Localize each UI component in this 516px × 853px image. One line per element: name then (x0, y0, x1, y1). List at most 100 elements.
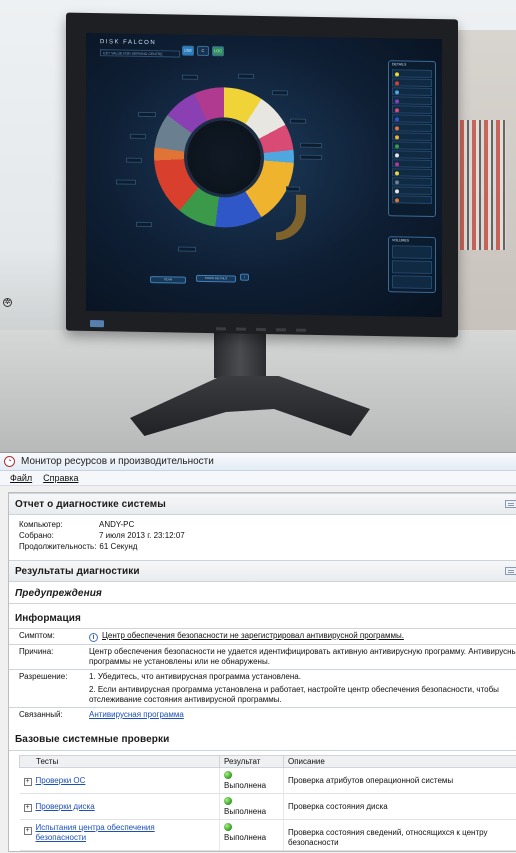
color-swatch (395, 107, 399, 112)
segment-label (290, 118, 306, 124)
resolution-row-2: 2. Если антивирусная программа установле… (9, 685, 516, 705)
field-label: Собрано: (19, 531, 54, 540)
result-text: Выполнена (224, 807, 267, 816)
basic-checks-heading: Базовые системные проверки (15, 733, 170, 745)
details-row (392, 114, 432, 123)
divider (9, 644, 516, 645)
collapse-icon[interactable] (505, 567, 516, 575)
resource-monitor-window: ◔ Монитор ресурсов и производительности … (0, 452, 516, 853)
resource-monitor-icon: ◔ (4, 456, 15, 467)
report-panel: Отчет о диагностике системы Компьютер: A… (8, 492, 516, 852)
bookshelf (460, 120, 506, 250)
symptom-label: Симптом: (19, 631, 55, 640)
screen-mode-button: USE (182, 45, 194, 56)
color-swatch (395, 116, 399, 121)
passed-status-icon (224, 823, 232, 831)
divider (9, 750, 516, 751)
field-collected: Собрано: 7 июля 2013 г. 23:12:07 (9, 530, 516, 541)
screen-mode-button: LOC (212, 46, 224, 57)
screen-info-button: i (240, 273, 249, 281)
table-row: + Проверки диска Выполнена Проверка состо… (19, 793, 516, 820)
test-link[interactable]: Испытания центра обеспечения безопасност… (36, 823, 176, 843)
field-label: Компьютер: (19, 520, 63, 529)
results-section-header[interactable]: Результаты диагностики (9, 560, 516, 582)
segment-label (300, 154, 322, 161)
resolution-row: Разрешение: 1. Убедитесь, что антивирусн… (9, 672, 516, 682)
segment-label (138, 111, 156, 118)
expand-plus-icon[interactable]: + (23, 827, 32, 835)
symptom-row: Симптом: i Центр обеспечения безопасности… (9, 631, 516, 642)
report-fields: Компьютер: ANDY-PC Собрано: 7 июля 2013 … (9, 515, 516, 558)
table-row: + Испытания центра обеспечения безопаснос… (19, 819, 516, 851)
screen-mode-buttons: USE C LOC (182, 45, 224, 57)
color-swatch (395, 152, 399, 157)
segment-label (136, 221, 152, 228)
divider (9, 628, 516, 629)
color-swatch (395, 89, 399, 94)
disk-usage-donut-chart (154, 86, 294, 229)
details-row (392, 195, 432, 204)
cause-value: Центр обеспечения безопасности не удаетс… (89, 647, 516, 666)
warnings-header[interactable]: Предупреждения (9, 584, 516, 604)
test-link[interactable]: Проверки ОС (36, 776, 86, 785)
window-title: Монитор ресурсов и производительности (21, 456, 214, 467)
passed-status-icon (224, 771, 232, 779)
field-computer: Компьютер: ANDY-PC (9, 519, 516, 530)
column-header-tests[interactable]: Тесты (19, 755, 220, 768)
expand-plus-icon[interactable]: + (23, 778, 32, 786)
segment-label (126, 157, 142, 163)
details-row (392, 150, 432, 159)
segment-label (300, 142, 322, 149)
result-text: Выполнена (224, 781, 267, 790)
report-content: Отчет о диагностике системы Компьютер: A… (0, 486, 516, 853)
report-section-header[interactable]: Отчет о диагностике системы (9, 493, 516, 515)
volume-row (392, 260, 432, 274)
field-value: ANDY-PC (99, 520, 135, 529)
result-cell: Выполнена (219, 819, 284, 851)
info-header[interactable]: Информация (9, 608, 516, 628)
column-header-description[interactable]: Описание (283, 755, 516, 768)
table-row: + Проверки ОС Выполнена Проверка атрибуто… (19, 767, 516, 794)
test-link[interactable]: Проверки диска (36, 802, 95, 811)
monitor-screen: DISK FALCON GET VALUE FOR SERVING CENTRE… (86, 32, 442, 318)
screen-details-button: SHOW DETAILS (196, 274, 236, 283)
result-text: Выполнена (224, 833, 267, 842)
related-link[interactable]: Антивирусная программа (89, 710, 516, 720)
monitor-button (216, 327, 226, 331)
monitor-stand-neck (214, 332, 266, 378)
expand-plus-icon[interactable]: + (23, 804, 32, 812)
resolution-step-2: 2. Если антивирусная программа установле… (89, 685, 499, 704)
details-row (392, 105, 432, 114)
details-row (392, 177, 432, 186)
field-value: 7 июля 2013 г. 23:12:07 (99, 531, 185, 540)
menu-file[interactable]: Файл (10, 473, 32, 483)
test-cell: + Проверки диска (19, 793, 220, 820)
screen-app-subtitle: GET VALUE FOR SERVING CENTRE (100, 49, 180, 58)
volume-row (392, 245, 432, 259)
collapse-icon[interactable] (505, 500, 516, 508)
screen-details-title: DETAILS (392, 62, 407, 67)
screen-volumes-panel: VOLUMES (388, 236, 436, 294)
resolution-label: Разрешение: (19, 672, 68, 681)
basic-checks-table: Тесты Результат Описание + Проверки ОС Вы… (19, 755, 516, 851)
monitor-button (296, 328, 306, 332)
related-row: Связанный: Антивирусная программа (9, 710, 516, 720)
description-cell: Проверка состояния сведений, относящихся… (283, 819, 516, 851)
details-row (392, 96, 432, 105)
color-swatch (395, 188, 399, 193)
menu-help[interactable]: Справка (43, 473, 78, 483)
details-row (392, 132, 432, 141)
passed-status-icon (224, 797, 232, 805)
color-swatch (395, 179, 399, 184)
cause-row: Причина: Центр обеспечения безопасности … (9, 647, 516, 667)
segment-label (272, 90, 288, 96)
brand-logo (90, 319, 104, 328)
basic-checks-header[interactable]: Базовые системные проверки (9, 728, 516, 750)
segment-label (130, 133, 146, 139)
details-row (392, 159, 432, 168)
segment-label (182, 74, 198, 80)
volume-row (392, 275, 432, 289)
field-value: 61 Секунд (99, 542, 138, 551)
column-header-result[interactable]: Результат (219, 755, 284, 768)
